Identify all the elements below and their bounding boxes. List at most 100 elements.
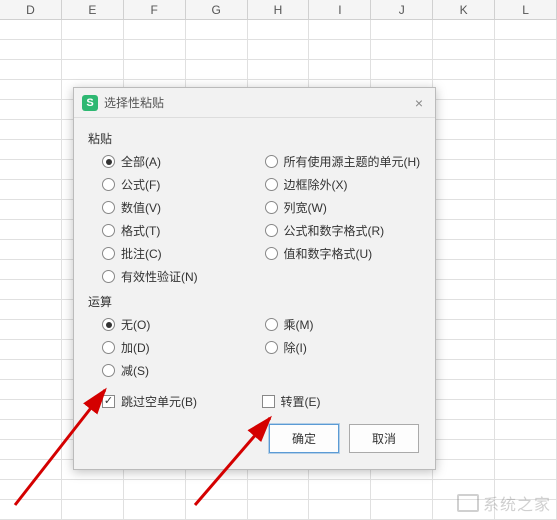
cell[interactable] [186, 500, 248, 519]
cell[interactable] [124, 20, 186, 39]
cell[interactable] [495, 220, 557, 239]
operation-option-radio[interactable]: 无(O) [102, 316, 259, 333]
cell[interactable] [433, 180, 495, 199]
cell[interactable] [495, 40, 557, 59]
close-button[interactable]: × [411, 95, 427, 111]
ok-button[interactable]: 确定 [269, 424, 339, 453]
cell[interactable] [433, 340, 495, 359]
operation-option-radio[interactable]: 除(I) [265, 339, 422, 356]
cell[interactable] [309, 500, 371, 519]
cell[interactable] [186, 40, 248, 59]
paste-option-radio[interactable]: 有效性验证(N) [102, 268, 259, 285]
column-header[interactable]: K [433, 0, 495, 19]
cell[interactable] [62, 20, 124, 39]
cell[interactable] [124, 480, 186, 499]
column-header[interactable]: D [0, 0, 62, 19]
cell[interactable] [0, 360, 62, 379]
cell[interactable] [433, 360, 495, 379]
cell[interactable] [248, 500, 310, 519]
skip-blanks-checkbox[interactable]: 跳过空单元(B) [102, 393, 262, 410]
column-header[interactable]: E [62, 0, 124, 19]
cell[interactable] [62, 500, 124, 519]
cell[interactable] [0, 340, 62, 359]
cell[interactable] [433, 240, 495, 259]
cell[interactable] [433, 200, 495, 219]
cell[interactable] [433, 80, 495, 99]
cell[interactable] [433, 400, 495, 419]
paste-option-radio[interactable]: 值和数字格式(U) [265, 245, 422, 262]
column-header[interactable]: G [186, 0, 248, 19]
paste-option-radio[interactable]: 批注(C) [102, 245, 259, 262]
cell[interactable] [309, 40, 371, 59]
cell[interactable] [495, 460, 557, 479]
paste-option-radio[interactable]: 公式和数字格式(R) [265, 222, 422, 239]
cell[interactable] [0, 480, 62, 499]
cell[interactable] [0, 380, 62, 399]
paste-option-radio[interactable]: 数值(V) [102, 199, 259, 216]
paste-option-radio[interactable]: 格式(T) [102, 222, 259, 239]
cell[interactable] [371, 480, 433, 499]
cell[interactable] [0, 440, 62, 459]
cell[interactable] [186, 20, 248, 39]
cell[interactable] [0, 140, 62, 159]
cell[interactable] [248, 40, 310, 59]
cell[interactable] [433, 280, 495, 299]
cell[interactable] [495, 280, 557, 299]
cell[interactable] [495, 260, 557, 279]
cell[interactable] [309, 20, 371, 39]
cell[interactable] [0, 80, 62, 99]
cell[interactable] [0, 40, 62, 59]
cell[interactable] [186, 480, 248, 499]
cell[interactable] [0, 240, 62, 259]
column-header[interactable]: L [495, 0, 557, 19]
cell[interactable] [0, 320, 62, 339]
paste-option-radio[interactable]: 所有使用源主题的单元(H) [265, 153, 422, 170]
cell[interactable] [433, 20, 495, 39]
cell[interactable] [495, 440, 557, 459]
cell[interactable] [433, 260, 495, 279]
cell[interactable] [433, 220, 495, 239]
cell[interactable] [495, 100, 557, 119]
operation-option-radio[interactable]: 乘(M) [265, 316, 422, 333]
cell[interactable] [0, 280, 62, 299]
cell[interactable] [495, 120, 557, 139]
paste-option-radio[interactable]: 公式(F) [102, 176, 259, 193]
cell[interactable] [0, 220, 62, 239]
cell[interactable] [495, 140, 557, 159]
cell[interactable] [0, 500, 62, 519]
cell[interactable] [0, 160, 62, 179]
cell[interactable] [495, 60, 557, 79]
cell[interactable] [433, 380, 495, 399]
cell[interactable] [495, 160, 557, 179]
cell[interactable] [309, 480, 371, 499]
cell[interactable] [495, 200, 557, 219]
column-header[interactable]: J [371, 0, 433, 19]
cell[interactable] [495, 340, 557, 359]
cell[interactable] [248, 480, 310, 499]
cell[interactable] [495, 400, 557, 419]
cell[interactable] [433, 320, 495, 339]
cell[interactable] [433, 160, 495, 179]
column-header[interactable]: I [309, 0, 371, 19]
cell[interactable] [124, 40, 186, 59]
cell[interactable] [371, 20, 433, 39]
cell[interactable] [495, 380, 557, 399]
paste-option-radio[interactable]: 列宽(W) [265, 199, 422, 216]
cell[interactable] [0, 60, 62, 79]
cell[interactable] [371, 40, 433, 59]
cell[interactable] [433, 460, 495, 479]
cell[interactable] [495, 320, 557, 339]
cell[interactable] [433, 60, 495, 79]
cell[interactable] [433, 440, 495, 459]
paste-option-radio[interactable]: 边框除外(X) [265, 176, 422, 193]
cell[interactable] [0, 100, 62, 119]
cell[interactable] [0, 260, 62, 279]
cell[interactable] [0, 20, 62, 39]
cell[interactable] [495, 180, 557, 199]
cell[interactable] [433, 40, 495, 59]
operation-option-radio[interactable]: 加(D) [102, 339, 259, 356]
cell[interactable] [0, 420, 62, 439]
cell[interactable] [248, 20, 310, 39]
cell[interactable] [62, 480, 124, 499]
cell[interactable] [0, 180, 62, 199]
